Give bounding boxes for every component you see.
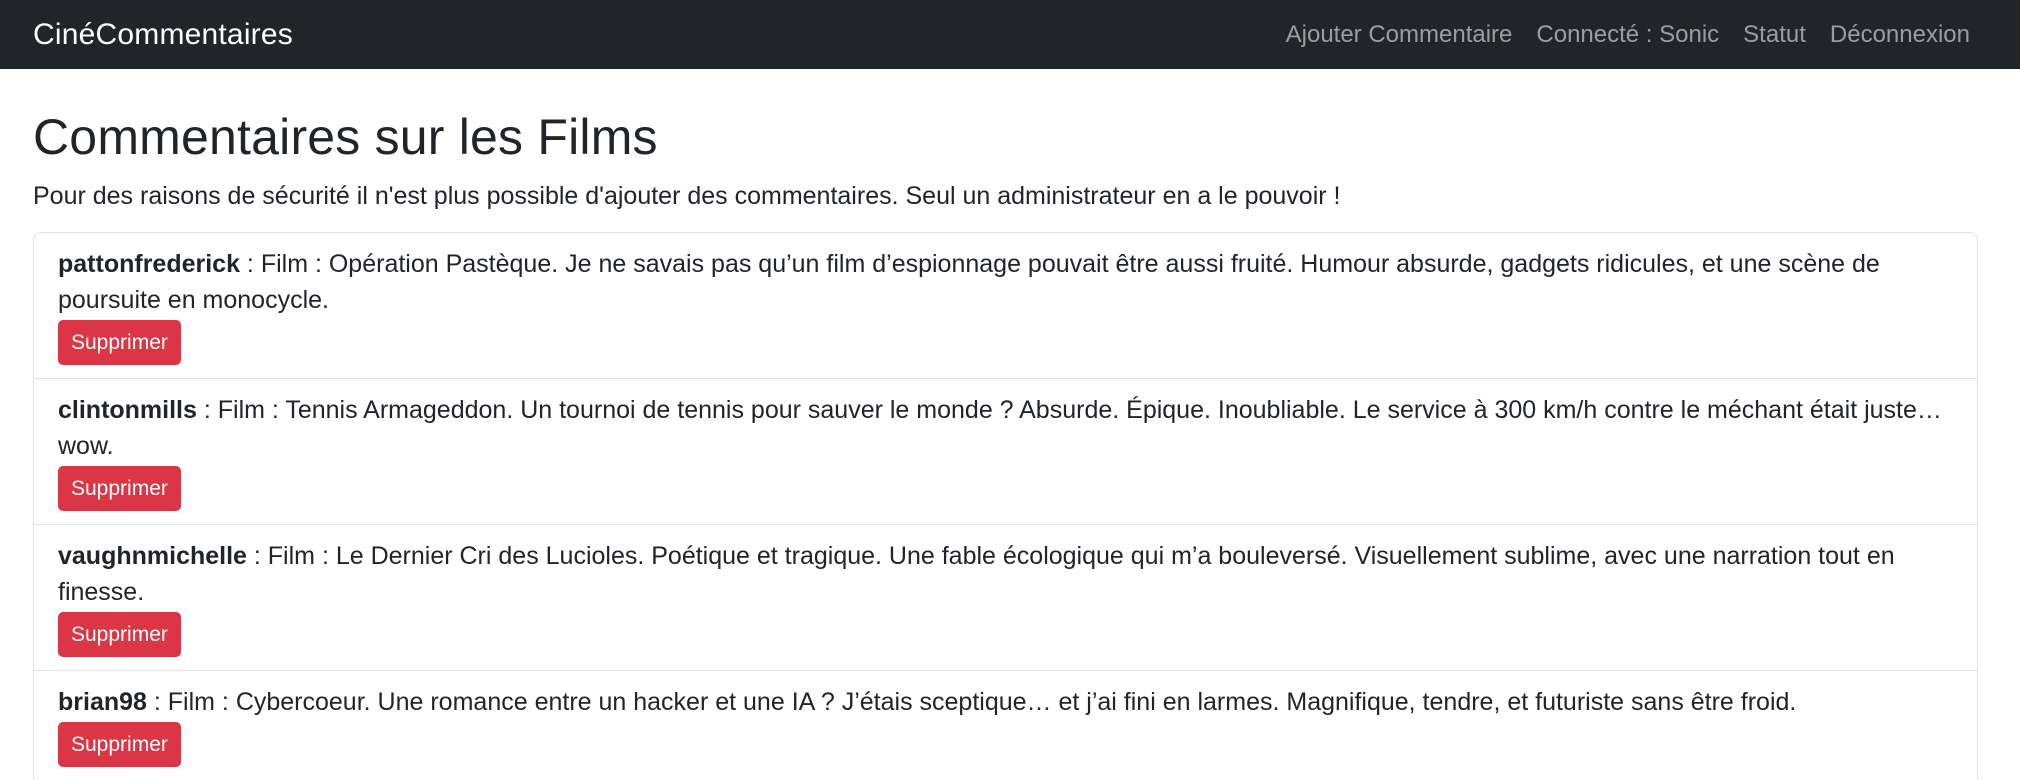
comment-text: : Film : Cybercoeur. Une romance entre u… (146, 688, 1797, 716)
comment-body: brian98 : Film : Cybercoeur. Une romance… (58, 684, 1953, 720)
delete-button[interactable]: Supprimer (58, 466, 181, 511)
main-content: Commentaires sur les Films Pour des rais… (33, 69, 1978, 780)
comment-text: : Film : Opération Pastèque. Je ne savai… (58, 250, 1880, 314)
nav-links: Ajouter Commentaire Connecté : Sonic Sta… (1262, 21, 1970, 49)
brand-link[interactable]: CinéCommentaires (33, 18, 293, 52)
comment-text: : Film : Le Dernier Cri des Lucioles. Po… (58, 542, 1895, 606)
comment-item: vaughnmichelle : Film : Le Dernier Cri d… (34, 525, 1977, 671)
top-navbar: CinéCommentaires Ajouter Commentaire Con… (0, 0, 2020, 69)
delete-button[interactable]: Supprimer (58, 722, 181, 767)
comment-author: pattonfrederick (58, 250, 240, 278)
comment-item: pattonfrederick : Film : Opération Pastè… (34, 233, 1977, 379)
page-title: Commentaires sur les Films (33, 109, 658, 165)
comment-text: : Film : Tennis Armageddon. Un tournoi d… (58, 396, 1942, 460)
comment-body: pattonfrederick : Film : Opération Pastè… (58, 246, 1953, 318)
security-notice: Pour des raisons de sécurité il n'est pl… (33, 182, 1341, 210)
nav-add-comment[interactable]: Ajouter Commentaire (1286, 21, 1513, 49)
delete-button[interactable]: Supprimer (58, 612, 181, 657)
nav-logged-in-user[interactable]: Connecté : Sonic (1536, 21, 1719, 49)
comment-item: brian98 : Film : Cybercoeur. Une romance… (34, 671, 1977, 780)
comment-body: clintonmills : Film : Tennis Armageddon.… (58, 392, 1953, 464)
comment-author: clintonmills (58, 396, 197, 424)
nav-status[interactable]: Statut (1743, 21, 1806, 49)
comment-author: vaughnmichelle (58, 542, 247, 570)
comment-item: clintonmills : Film : Tennis Armageddon.… (34, 379, 1977, 525)
comment-author: brian98 (58, 688, 147, 716)
comment-list: pattonfrederick : Film : Opération Pastè… (33, 232, 1978, 780)
comment-body: vaughnmichelle : Film : Le Dernier Cri d… (58, 538, 1953, 610)
delete-button[interactable]: Supprimer (58, 320, 181, 365)
nav-logout[interactable]: Déconnexion (1830, 21, 1970, 49)
